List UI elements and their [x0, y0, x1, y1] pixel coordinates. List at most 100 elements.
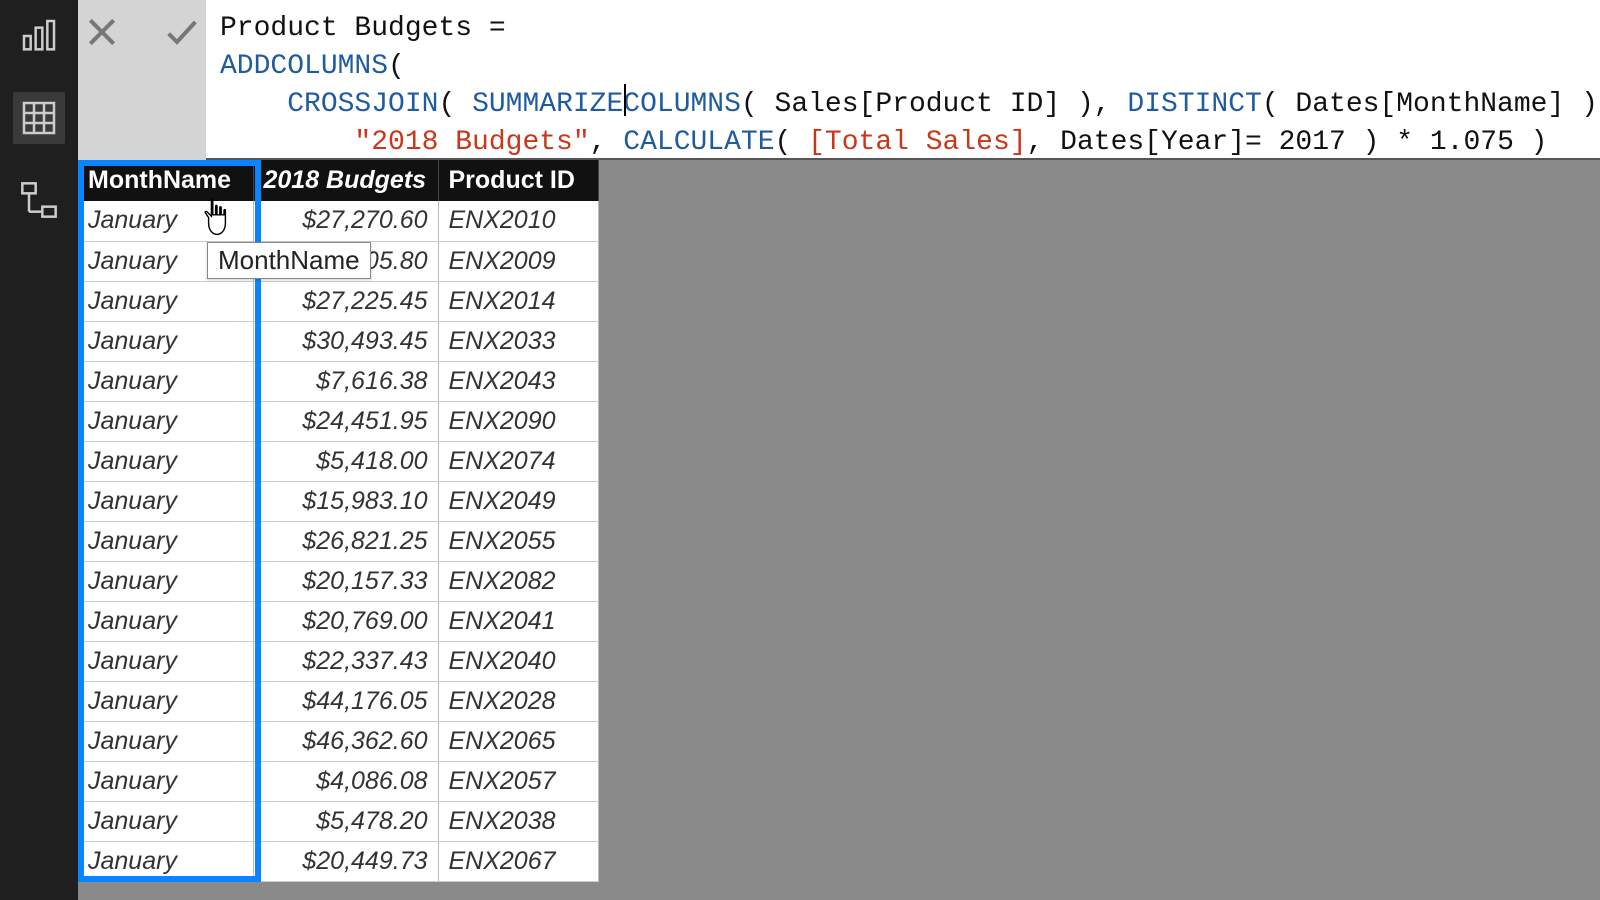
cell-productid[interactable]: ENX2041	[438, 601, 598, 641]
dax-token: ) *	[1346, 127, 1430, 158]
cell-budget[interactable]: $20,157.33	[253, 561, 438, 601]
cell-monthname[interactable]: January	[78, 481, 253, 521]
cell-monthname[interactable]: January	[78, 361, 253, 401]
dax-token: Sales[Product ID]	[775, 89, 1061, 120]
dax-token: (	[741, 89, 775, 120]
dax-token: 2017	[1279, 127, 1346, 158]
report-view-button[interactable]	[13, 10, 65, 62]
cell-budget[interactable]: $20,449.73	[253, 841, 438, 881]
close-icon	[82, 12, 122, 52]
cell-productid[interactable]: ENX2038	[438, 801, 598, 841]
cell-budget[interactable]: $15,983.10	[253, 481, 438, 521]
cell-budget[interactable]: $5,478.20	[253, 801, 438, 841]
cell-monthname[interactable]: January	[78, 681, 253, 721]
table-row[interactable]: January$7,616.38ENX2043	[78, 361, 598, 401]
cell-budget[interactable]: $30,493.45	[253, 321, 438, 361]
cell-budget[interactable]: $26,821.25	[253, 521, 438, 561]
commit-formula-button[interactable]	[158, 8, 206, 56]
formula-bar-actions	[78, 0, 206, 160]
data-grid-container: MonthName 2018 Budgets Product ID Januar…	[78, 160, 599, 882]
cell-budget[interactable]: $24,451.95	[253, 401, 438, 441]
dax-token: ),	[1060, 89, 1127, 120]
cell-productid[interactable]: ENX2043	[438, 361, 598, 401]
cell-monthname[interactable]: January	[78, 601, 253, 641]
model-view-button[interactable]	[13, 174, 65, 226]
table-row[interactable]: January$30,493.45ENX2033	[78, 321, 598, 361]
cell-monthname[interactable]: January	[78, 201, 253, 241]
cell-monthname[interactable]: January	[78, 841, 253, 881]
cell-productid[interactable]: ENX2065	[438, 721, 598, 761]
dax-token: (	[775, 127, 809, 158]
cell-productid[interactable]: ENX2028	[438, 681, 598, 721]
cell-monthname[interactable]: January	[78, 801, 253, 841]
cell-monthname[interactable]: January	[78, 561, 253, 601]
cell-productid[interactable]: ENX2009	[438, 241, 598, 281]
view-switcher-rail	[0, 0, 78, 900]
dax-token: DISTINCT	[1127, 89, 1261, 120]
table-row[interactable]: January$5,478.20ENX2038	[78, 801, 598, 841]
table-row[interactable]: January$44,176.05ENX2028	[78, 681, 598, 721]
cell-productid[interactable]: ENX2057	[438, 761, 598, 801]
table-row[interactable]: January$20,449.73ENX2067	[78, 841, 598, 881]
column-header-monthname[interactable]: MonthName	[78, 160, 253, 201]
data-view-button[interactable]	[13, 92, 65, 144]
table-row[interactable]: January$4,086.08ENX2057	[78, 761, 598, 801]
formula-bar: Product Budgets = ADDCOLUMNS( CROSSJOIN(…	[78, 0, 1600, 160]
cell-budget[interactable]: $22,337.43	[253, 641, 438, 681]
table-row[interactable]: January$24,451.95ENX2090	[78, 401, 598, 441]
table-row[interactable]: January$5,418.00ENX2074	[78, 441, 598, 481]
cell-monthname[interactable]: January	[78, 281, 253, 321]
cell-productid[interactable]: ENX2074	[438, 441, 598, 481]
cell-budget[interactable]: $44,176.05	[253, 681, 438, 721]
checkmark-icon	[162, 12, 202, 52]
dax-token: ,	[1027, 127, 1061, 158]
cell-budget[interactable]: $27,225.45	[253, 281, 438, 321]
cell-budget[interactable]: $4,086.08	[253, 761, 438, 801]
dax-token: Product Budgets =	[220, 13, 506, 44]
dax-token: ADDCOLUMNS	[220, 51, 388, 82]
cell-productid[interactable]: ENX2067	[438, 841, 598, 881]
table-row[interactable]: January$15,983.10ENX2049	[78, 481, 598, 521]
table-row[interactable]: January$27,225.45ENX2014	[78, 281, 598, 321]
cell-productid[interactable]: ENX2014	[438, 281, 598, 321]
cell-monthname[interactable]: January	[78, 521, 253, 561]
cell-productid[interactable]: ENX2010	[438, 201, 598, 241]
cell-productid[interactable]: ENX2082	[438, 561, 598, 601]
cell-monthname[interactable]: January	[78, 321, 253, 361]
cell-budget[interactable]: $27,270.60	[253, 201, 438, 241]
dax-token: Dates[MonthName]	[1295, 89, 1564, 120]
column-header-productid[interactable]: Product ID	[438, 160, 598, 201]
table-row[interactable]: January$20,769.00ENX2041	[78, 601, 598, 641]
column-header-budgets[interactable]: 2018 Budgets	[253, 160, 438, 201]
cell-monthname[interactable]: January	[78, 441, 253, 481]
dax-token: =	[1245, 127, 1279, 158]
text-caret	[624, 84, 626, 116]
cell-productid[interactable]: ENX2033	[438, 321, 598, 361]
cell-monthname[interactable]: January	[78, 641, 253, 681]
dax-token: (	[438, 89, 472, 120]
bar-chart-icon	[19, 16, 59, 56]
cell-productid[interactable]: ENX2090	[438, 401, 598, 441]
dax-token: (	[388, 51, 405, 82]
dax-editor[interactable]: Product Budgets = ADDCOLUMNS( CROSSJOIN(…	[206, 0, 1600, 168]
cell-budget[interactable]: $20,769.00	[253, 601, 438, 641]
dax-token: Dates[Year]	[1060, 127, 1245, 158]
cell-monthname[interactable]: January	[78, 761, 253, 801]
table-row[interactable]: January$20,157.33ENX2082	[78, 561, 598, 601]
dax-token: SUMMARIZECOLUMNS	[472, 89, 741, 120]
cell-budget[interactable]: $7,616.38	[253, 361, 438, 401]
cell-monthname[interactable]: January	[78, 401, 253, 441]
cell-monthname[interactable]: January	[78, 721, 253, 761]
cell-productid[interactable]: ENX2055	[438, 521, 598, 561]
cell-productid[interactable]: ENX2049	[438, 481, 598, 521]
cell-budget[interactable]: $5,418.00	[253, 441, 438, 481]
table-row[interactable]: January$46,362.60ENX2065	[78, 721, 598, 761]
table-row[interactable]: January$26,821.25ENX2055	[78, 521, 598, 561]
dax-token: CALCULATE	[623, 127, 774, 158]
table-header-row: MonthName 2018 Budgets Product ID	[78, 160, 598, 201]
table-row[interactable]: January$27,270.60ENX2010	[78, 201, 598, 241]
table-row[interactable]: January$22,337.43ENX2040	[78, 641, 598, 681]
cell-budget[interactable]: $46,362.60	[253, 721, 438, 761]
cancel-formula-button[interactable]	[78, 8, 126, 56]
cell-productid[interactable]: ENX2040	[438, 641, 598, 681]
